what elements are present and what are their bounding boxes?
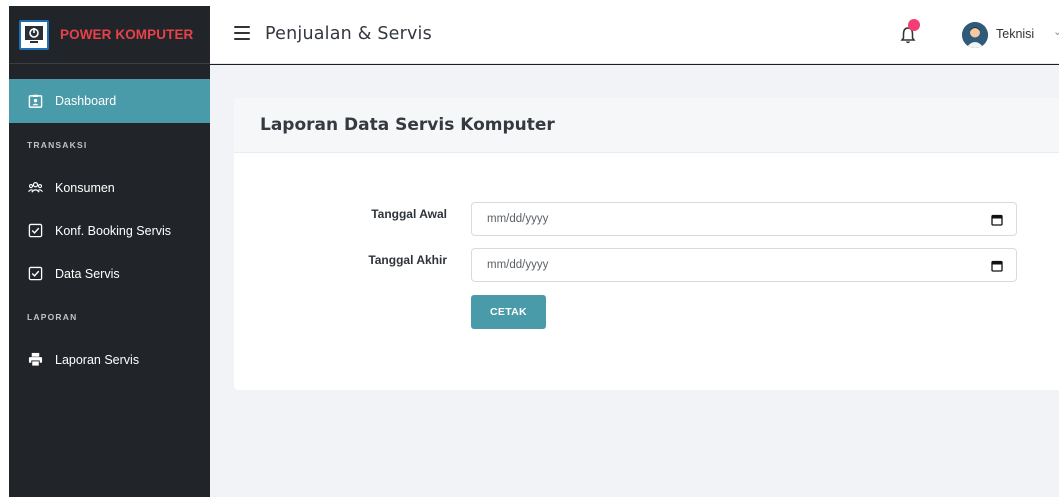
chevron-down-icon[interactable]: ⌄: [1053, 25, 1059, 38]
end-date-value: mm/dd/yyyy: [487, 259, 549, 271]
sidebar: POWER KOMPUTER Dashboard TRANSAKSI Konsu…: [9, 6, 210, 497]
checkbox-icon: [27, 223, 43, 239]
users-icon: [27, 180, 43, 196]
sidebar-item-laporan-servis[interactable]: Laporan Servis: [9, 338, 210, 381]
user-name[interactable]: Teknisi: [996, 27, 1034, 41]
brand-name: POWER KOMPUTER: [60, 27, 194, 42]
id-card-icon: [27, 93, 43, 109]
sidebar-item-label: Dashboard: [55, 94, 117, 108]
end-date-input[interactable]: mm/dd/yyyy: [471, 248, 1017, 282]
start-date-value: mm/dd/yyyy: [487, 213, 549, 225]
start-date-label: Tanggal Awal: [371, 207, 447, 221]
brand[interactable]: POWER KOMPUTER: [9, 6, 210, 64]
start-date-row: Tanggal Awal mm/dd/yyyy: [234, 202, 1059, 236]
report-card: Laporan Data Servis Komputer Tanggal Awa…: [234, 98, 1059, 390]
sidebar-heading-laporan: LAPORAN: [27, 311, 78, 322]
sidebar-item-label: Konsumen: [55, 180, 115, 195]
sidebar-heading-transaksi: TRANSAKSI: [27, 139, 88, 150]
calendar-icon[interactable]: [991, 214, 1003, 226]
printer-icon: [27, 352, 43, 368]
notification-dot: [908, 19, 920, 31]
cetak-button[interactable]: CETAK: [471, 295, 546, 329]
avatar[interactable]: [962, 22, 988, 48]
end-date-row: Tanggal Akhir mm/dd/yyyy: [234, 248, 1059, 282]
sidebar-item-label: Laporan Servis: [55, 352, 140, 367]
sidebar-item-data-servis[interactable]: Data Servis: [9, 252, 210, 295]
sidebar-item-label: Data Servis: [55, 266, 120, 281]
calendar-icon[interactable]: [991, 260, 1003, 272]
main-content: Laporan Data Servis Komputer Tanggal Awa…: [210, 65, 1059, 497]
card-title: Laporan Data Servis Komputer: [260, 115, 555, 135]
sidebar-item-dashboard[interactable]: Dashboard: [9, 79, 210, 123]
page-title: Penjualan & Servis: [265, 24, 432, 44]
card-header: Laporan Data Servis Komputer: [234, 98, 1059, 153]
checkbox-icon: [27, 266, 43, 282]
topbar: Penjualan & Servis Teknisi ⌄: [210, 6, 1059, 64]
end-date-label: Tanggal Akhir: [368, 253, 447, 267]
sidebar-item-konf-booking-servis[interactable]: Konf. Booking Servis: [9, 209, 210, 252]
sidebar-item-konsumen[interactable]: Konsumen: [9, 166, 210, 209]
sidebar-item-label: Konf. Booking Servis: [55, 223, 172, 238]
power-monitor-icon: [19, 19, 49, 50]
start-date-input[interactable]: mm/dd/yyyy: [471, 202, 1017, 236]
sidebar-nav: Dashboard TRANSAKSI Konsumen Konf. Booki…: [9, 79, 210, 381]
hamburger-icon[interactable]: [234, 26, 250, 40]
